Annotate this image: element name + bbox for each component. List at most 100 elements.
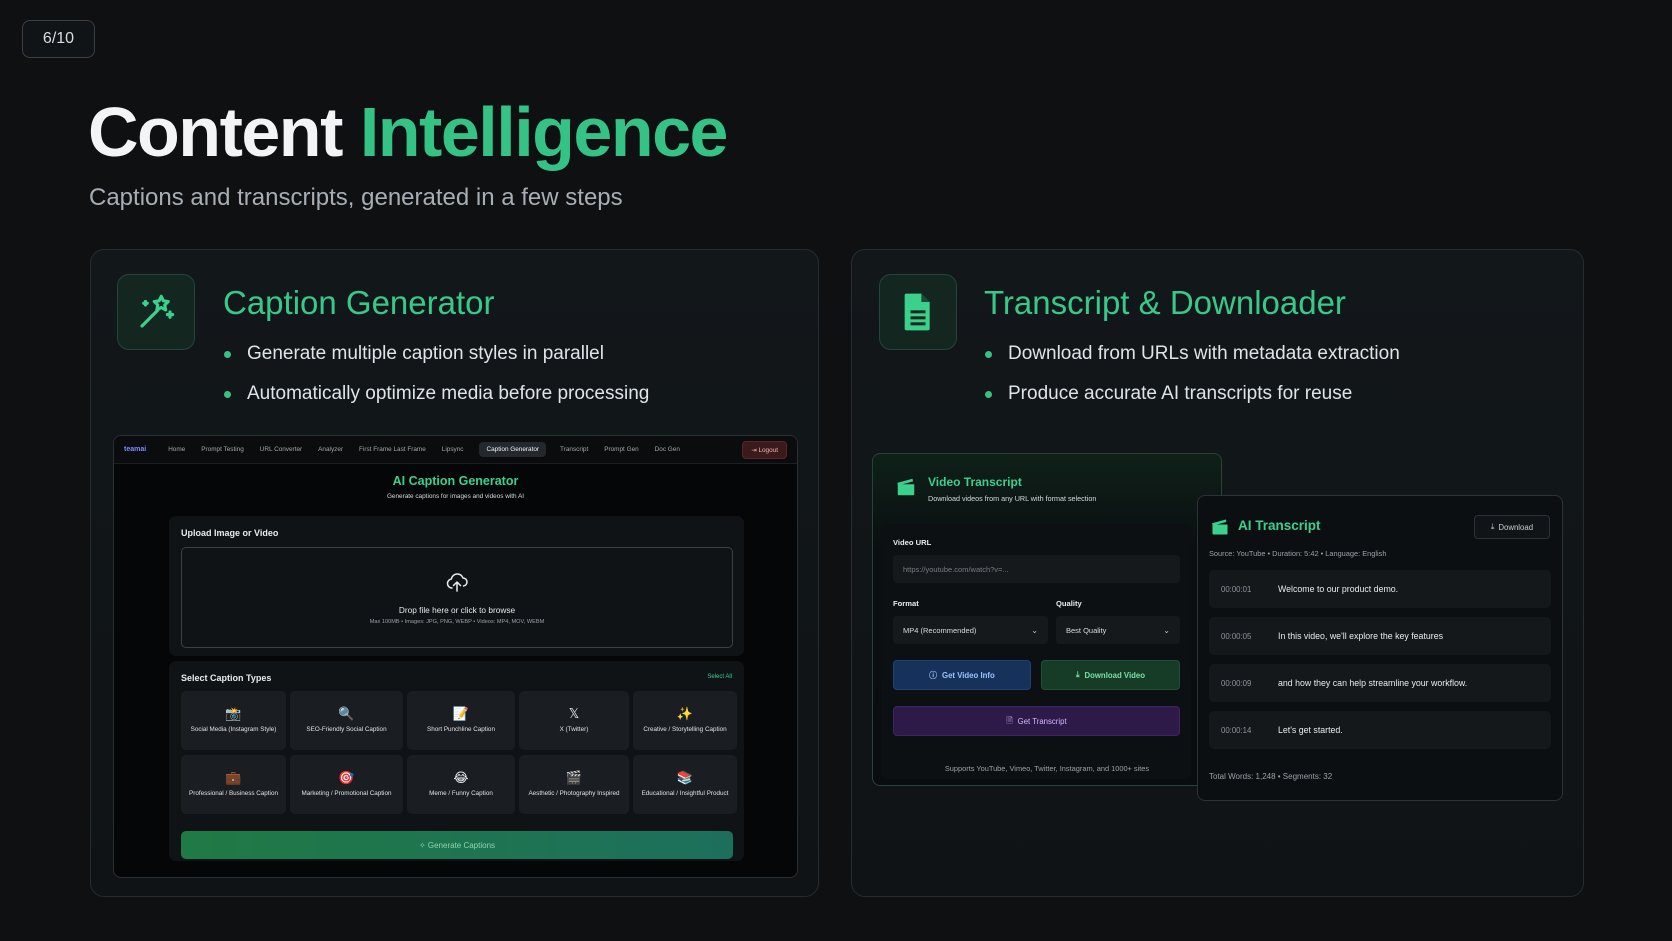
nav-item-home[interactable]: Home — [168, 446, 185, 453]
caption-type-label: Aesthetic / Photography Inspired — [528, 789, 620, 797]
nav-item-caption-generator[interactable]: Caption Generator — [479, 442, 547, 457]
segment-text: In this video, we'll explore the key fea… — [1278, 631, 1443, 641]
feature-item: Generate multiple caption styles in para… — [222, 334, 649, 374]
transcript-stats: Total Words: 1,248 • Segments: 32 — [1209, 772, 1333, 781]
caption-type-label: Educational / Insightful Product — [641, 789, 729, 797]
format-select[interactable]: MP4 (Recommended) ⌄ — [893, 616, 1048, 644]
segment-text: Welcome to our product demo. — [1278, 584, 1399, 594]
caption-type-label: Meme / Funny Caption — [429, 789, 493, 797]
quality-label: Quality — [1056, 599, 1082, 608]
books-icon: 📚 — [676, 769, 694, 785]
caption-type-grid: 📸 Social Media (Instagram Style) 🔍 SEO-Fri… — [181, 691, 737, 814]
url-label: Video URL — [893, 538, 932, 547]
briefcase-icon: 💼 — [225, 769, 242, 785]
panel-title: Video Transcript — [928, 475, 1022, 489]
app-brand[interactable]: teamai — [124, 446, 146, 453]
nav-item-transcript[interactable]: Transcript — [560, 446, 588, 453]
slide-counter: 6/10 — [22, 20, 95, 58]
caption-type-option[interactable]: ✨ Creative / Storytelling Caption — [633, 691, 737, 750]
nav-item-first-frame[interactable]: First Frame Last Frame — [359, 446, 426, 453]
nav-item-url-converter[interactable]: URL Converter — [260, 446, 302, 453]
chevron-down-icon: ⌄ — [1031, 625, 1038, 635]
magic-wand-sparkles-icon — [117, 274, 195, 350]
transcript-meta: Source: YouTube • Duration: 5:42 • Langu… — [1209, 549, 1387, 558]
download-transcript-button[interactable]: ⤓ Download — [1474, 515, 1550, 539]
document-icon: 🗎 — [1006, 715, 1013, 725]
caption-type-option[interactable]: 📚 Educational / Insightful Product — [633, 755, 737, 814]
caption-type-label: Creative / Storytelling Caption — [643, 725, 727, 733]
get-video-info-button[interactable]: ⓘ Get Video Info — [893, 660, 1031, 690]
card-title: Transcript & Downloader — [984, 284, 1346, 321]
caption-app-screenshot: teamai Home Prompt Testing URL Converter… — [113, 435, 798, 878]
card-title: Caption Generator — [223, 284, 495, 321]
info-icon: ⓘ — [929, 670, 938, 680]
clapperboard-icon: 🎬 — [565, 769, 583, 785]
caption-type-option[interactable]: 📝 Short Punchline Caption — [407, 691, 515, 750]
caption-type-option[interactable]: 🎬 Aesthetic / Photography Inspired — [519, 755, 629, 814]
quality-select[interactable]: Best Quality ⌄ — [1056, 616, 1180, 644]
app-title: AI Caption Generator — [392, 474, 519, 488]
transcript-segment[interactable]: 00:00:05 In this video, we'll explore th… — [1209, 617, 1551, 655]
title-accent: Intelligence — [359, 93, 729, 171]
transcript-segment[interactable]: 00:00:01 Welcome to our product demo. — [1209, 570, 1551, 608]
feature-list: Generate multiple caption styles in para… — [222, 334, 649, 414]
transcript-segment[interactable]: 00:00:09 and how they can help streamlin… — [1209, 664, 1551, 702]
upload-cloud-icon — [444, 570, 470, 599]
nav-item-prompt-testing[interactable]: Prompt Testing — [201, 446, 244, 453]
download-icon: ⤓ — [1490, 522, 1495, 531]
nav-item-analyzer[interactable]: Analyzer — [318, 446, 343, 453]
transcript-segment[interactable]: 00:00:14 Let's get started. — [1209, 711, 1551, 749]
segment-timestamp: 00:00:01 — [1221, 584, 1252, 594]
format-label: Format — [893, 599, 919, 608]
app-subtitle: Generate captions for images and videos … — [386, 493, 525, 500]
segment-timestamp: 00:00:05 — [1221, 631, 1252, 641]
nav-item-doc-gen[interactable]: Doc Gen — [655, 446, 680, 453]
feature-item: Automatically optimize media before proc… — [222, 374, 649, 414]
title-plain: Content — [88, 93, 343, 171]
slide-title: Content Intelligence — [88, 92, 729, 172]
caption-types-label: Select Caption Types — [181, 673, 272, 683]
dropzone-text: Drop file here or click to browse — [398, 605, 516, 615]
chevron-down-icon: ⌄ — [1163, 625, 1170, 635]
caption-type-option[interactable]: 💼 Professional / Business Caption — [181, 755, 286, 814]
button-label: Get Transcript — [1017, 716, 1067, 726]
caption-type-label: Social Media (Instagram Style) — [190, 725, 277, 733]
caption-type-option[interactable]: 🎯 Marketing / Promotional Caption — [290, 755, 403, 814]
caption-type-option[interactable]: 📸 Social Media (Instagram Style) — [181, 691, 286, 750]
target-icon: 🎯 — [338, 769, 355, 785]
caption-type-label: X (Twitter) — [559, 725, 589, 733]
nav-item-prompt-gen[interactable]: Prompt Gen — [604, 446, 638, 453]
button-label: Download — [1498, 522, 1534, 532]
download-form: Video URL https://youtube.com/watch?v=..… — [881, 524, 1191, 779]
video-url-input[interactable]: https://youtube.com/watch?v=... — [893, 555, 1180, 583]
caption-type-option[interactable]: 𝕏 X (Twitter) — [519, 691, 629, 750]
laughing-face-icon: 😂 — [453, 769, 469, 785]
camera-icon: 📸 — [225, 705, 242, 721]
logout-button[interactable]: ⇥ Logout — [742, 440, 787, 459]
supported-sites-note: Supports YouTube, Vimeo, Twitter, Instag… — [944, 764, 1150, 773]
caption-type-label: Short Punchline Caption — [427, 725, 495, 733]
dropzone-hint: Max 100MB • Images: JPG, PNG, WEBP • Vid… — [369, 619, 545, 625]
app-nav-bar: teamai Home Prompt Testing URL Converter… — [114, 436, 797, 464]
caption-type-option[interactable]: 😂 Meme / Funny Caption — [407, 755, 515, 814]
upload-panel: Upload Image or Video Drop file here or … — [169, 516, 744, 656]
select-all-link[interactable]: Select All — [707, 674, 732, 680]
segment-text: Let's get started. — [1278, 725, 1343, 735]
download-icon: ⤓ — [1076, 670, 1080, 679]
ai-transcript-panel: AI Transcript ⤓ Download Source: YouTube… — [1197, 495, 1563, 801]
button-label: Get Video Info — [942, 670, 995, 680]
upload-label: Upload Image or Video — [181, 528, 279, 538]
clapperboard-icon — [895, 476, 917, 503]
get-transcript-button[interactable]: 🗎 Get Transcript — [893, 706, 1180, 736]
generate-captions-button[interactable]: ✧ Generate Captions — [181, 831, 733, 859]
sparkles-icon: ✨ — [676, 705, 694, 721]
download-video-button[interactable]: ⤓ Download Video — [1041, 660, 1180, 690]
feature-item: Produce accurate AI transcripts for reus… — [983, 374, 1400, 414]
nav-item-lipsync[interactable]: Lipsync — [442, 446, 464, 453]
panel-title: AI Transcript — [1238, 518, 1321, 533]
quality-value: Best Quality — [1066, 625, 1107, 635]
caption-type-label: Professional / Business Caption — [189, 789, 278, 797]
caption-type-option[interactable]: 🔍 SEO-Friendly Social Caption — [290, 691, 403, 750]
file-dropzone[interactable]: Drop file here or click to browse Max 10… — [181, 547, 733, 648]
x-logo-icon: 𝕏 — [568, 705, 580, 721]
